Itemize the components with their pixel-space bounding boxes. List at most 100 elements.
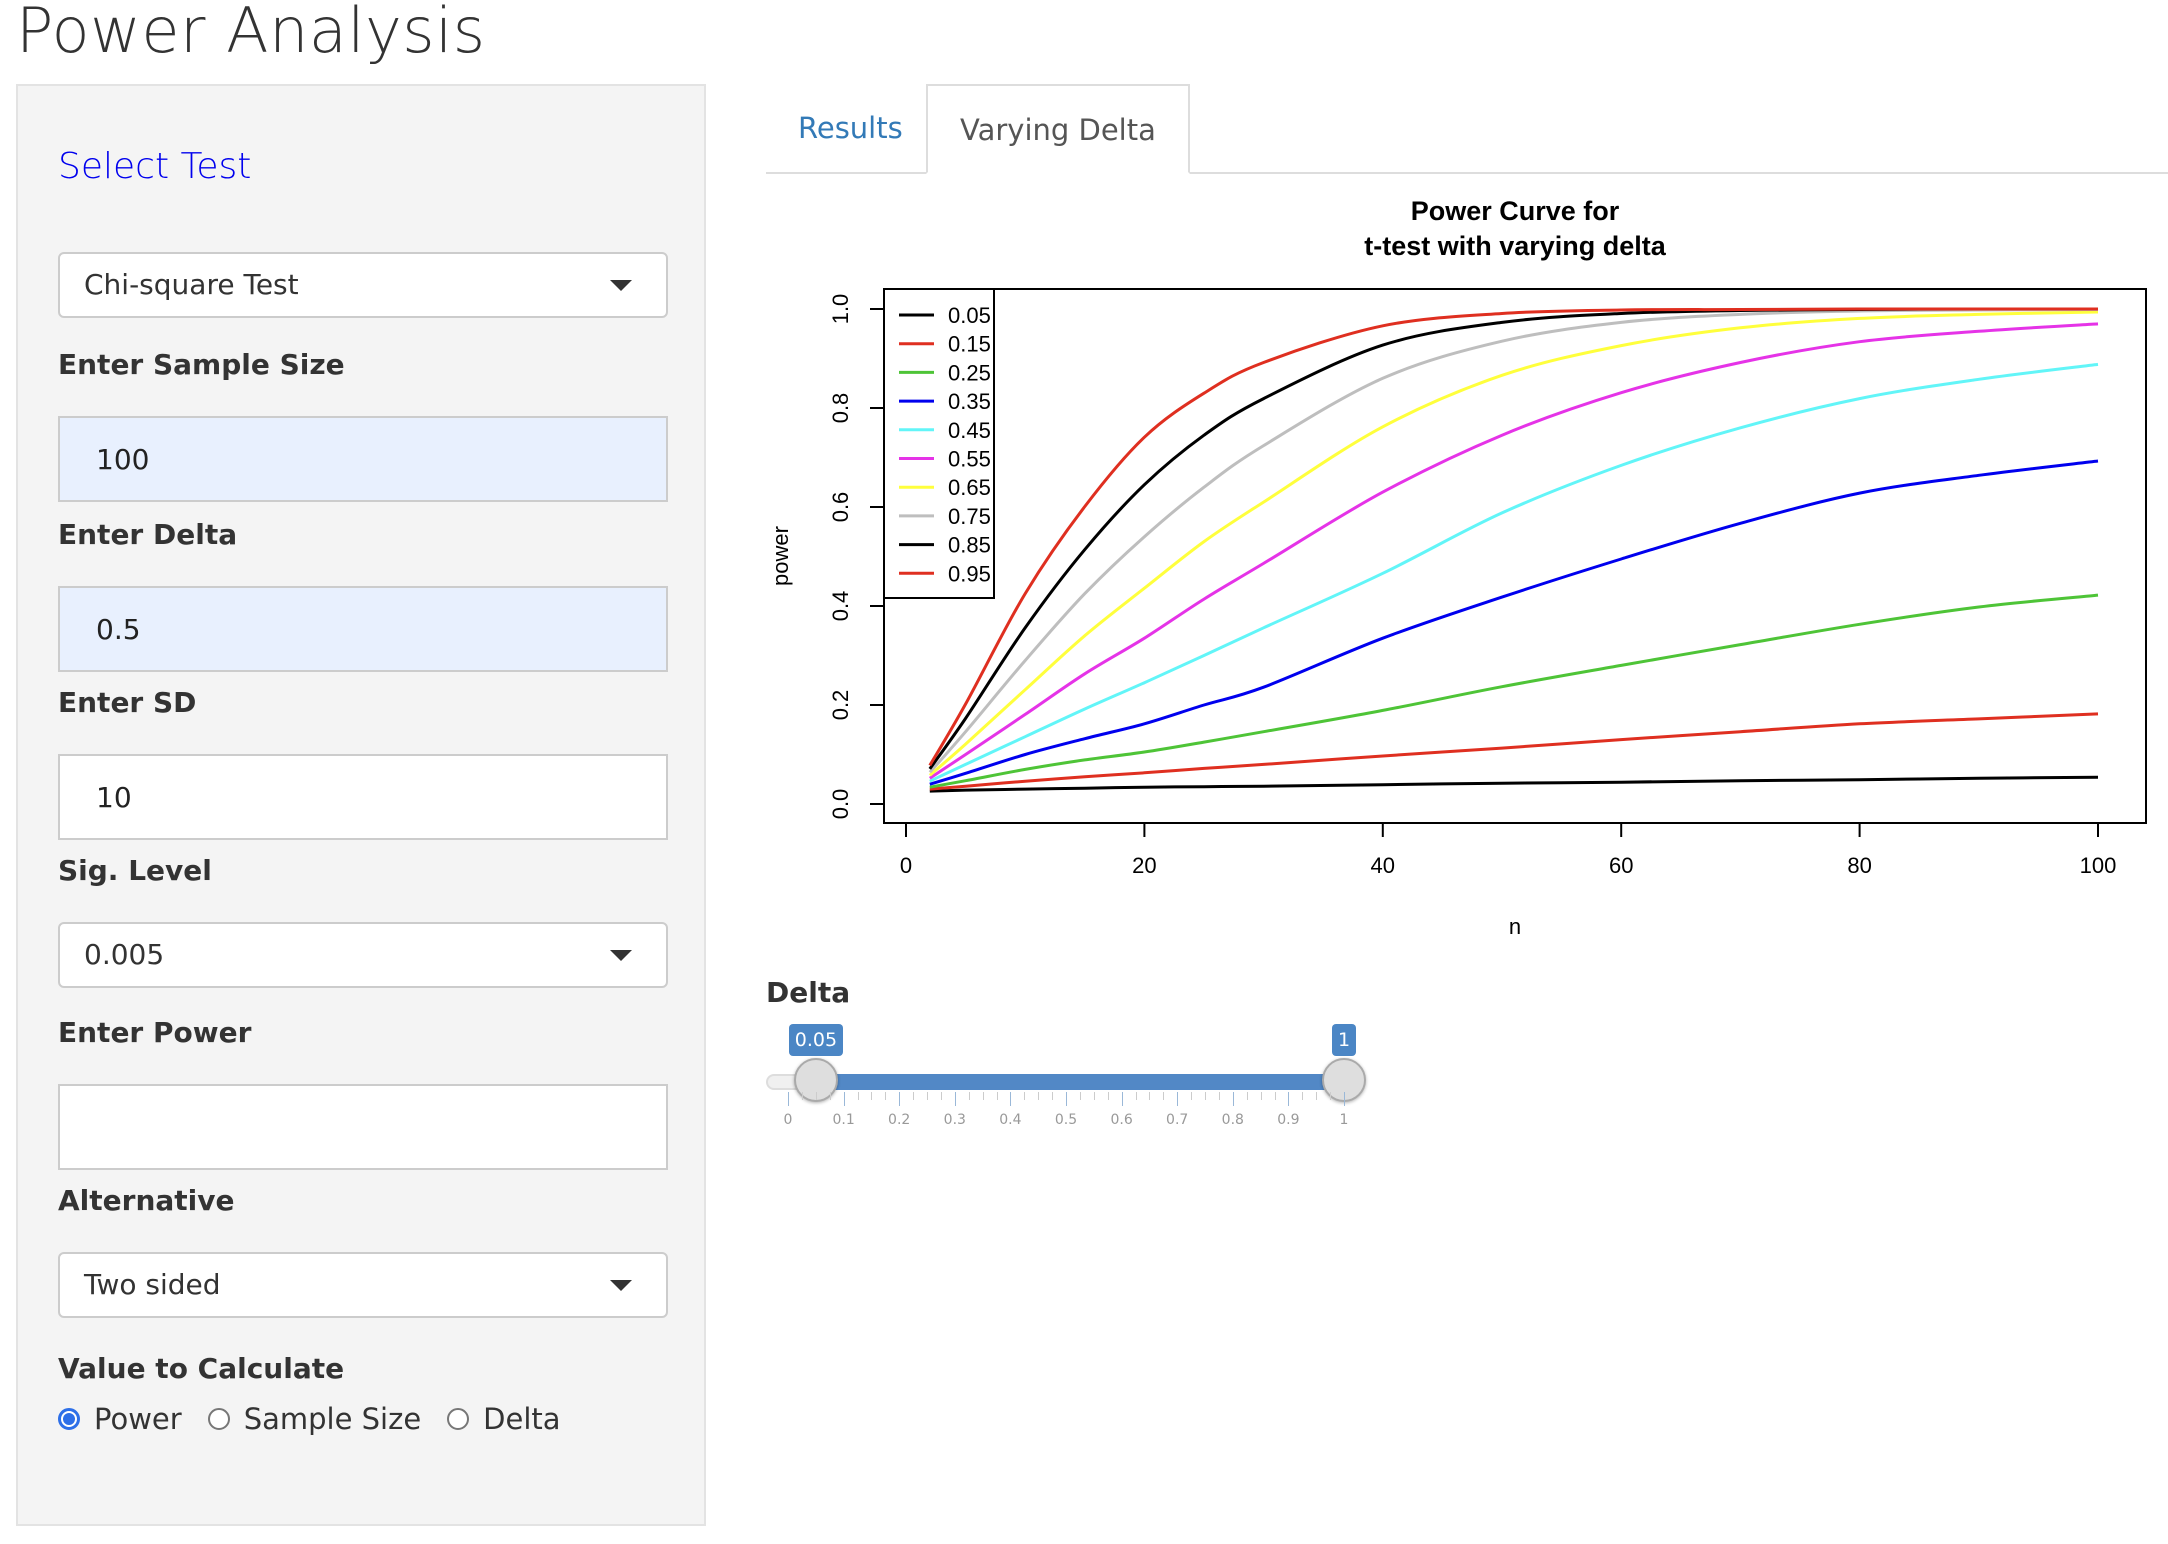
sample-size-input[interactable] xyxy=(58,416,668,502)
radio-power[interactable]: Power xyxy=(58,1402,182,1436)
slider-minor-tick xyxy=(996,1092,998,1100)
power-input[interactable] xyxy=(58,1084,668,1170)
slider-major-tick xyxy=(1177,1092,1179,1106)
chart-title-line: t-test with varying delta xyxy=(1364,231,1667,261)
test-select[interactable]: Chi-square Test xyxy=(58,252,668,318)
select-test-heading: Select Test xyxy=(58,146,252,187)
slider-minor-tick xyxy=(940,1092,942,1100)
sidebar-panel: Select Test Chi-square Test Enter Sample… xyxy=(16,84,706,1526)
legend-label: 0.45 xyxy=(948,418,991,443)
test-select-value: Chi-square Test xyxy=(84,268,299,301)
slider-selected-range xyxy=(815,1074,1344,1090)
slider-minor-tick xyxy=(801,1092,803,1100)
x-tick-label: 80 xyxy=(1847,853,1871,878)
slider-minor-tick xyxy=(1260,1092,1262,1100)
slider-tick-label: 0.3 xyxy=(943,1112,966,1128)
slider-minor-tick xyxy=(815,1092,817,1100)
legend-label: 0.65 xyxy=(948,475,991,500)
radio-unchecked-icon[interactable] xyxy=(447,1408,470,1430)
slider-major-tick xyxy=(843,1092,845,1106)
slider-minor-tick xyxy=(1149,1092,1151,1100)
slider-minor-tick xyxy=(913,1092,915,1100)
series-line-delta-0.95 xyxy=(928,307,2098,767)
legend-label: 0.35 xyxy=(948,389,991,414)
slider-minor-tick xyxy=(1218,1092,1220,1100)
tab-varying-delta[interactable]: Varying Delta xyxy=(926,84,1190,174)
y-tick-label: 0.2 xyxy=(828,690,853,721)
legend-label: 0.75 xyxy=(948,504,991,529)
delta-input[interactable] xyxy=(58,586,668,672)
delta-slider-label: Delta xyxy=(766,976,851,1009)
slider-minor-tick xyxy=(1052,1092,1054,1100)
slider-minor-tick xyxy=(1330,1092,1332,1100)
slider-major-tick xyxy=(954,1092,956,1106)
value-to-calculate-label: Value to Calculate xyxy=(58,1352,345,1385)
radio-unchecked-icon[interactable] xyxy=(207,1408,230,1430)
slider-minor-tick xyxy=(982,1092,984,1100)
slider-major-tick xyxy=(1121,1092,1123,1106)
sig-level-select[interactable]: 0.005 xyxy=(58,922,668,988)
delta-label: Enter Delta xyxy=(58,518,238,551)
x-tick-label: 100 xyxy=(2080,853,2117,878)
series-line-delta-0.35 xyxy=(929,459,2099,786)
slider-low-value-badge: 0.05 xyxy=(788,1024,844,1056)
slider-minor-tick xyxy=(1302,1092,1304,1100)
slider-major-tick xyxy=(1288,1092,1290,1106)
x-tick-label: 0 xyxy=(900,853,912,878)
radio-delta-label: Delta xyxy=(483,1402,561,1436)
y-tick-label: 1.0 xyxy=(828,294,853,325)
legend-label: 0.55 xyxy=(948,447,991,472)
alternative-select[interactable]: Two sided xyxy=(58,1252,668,1318)
slider-minor-tick xyxy=(1274,1092,1276,1100)
value-to-calculate-radio-group: Power Sample Size Delta xyxy=(58,1402,587,1436)
slider-high-value-badge: 1 xyxy=(1332,1024,1357,1056)
slider-minor-tick xyxy=(1093,1092,1095,1100)
sd-label: Enter SD xyxy=(58,686,197,719)
tab-results[interactable]: Results xyxy=(766,84,935,172)
series-line-delta-0.75 xyxy=(928,308,2099,774)
slider-tick-label: 0.7 xyxy=(1166,1112,1189,1128)
sd-input[interactable] xyxy=(58,754,668,840)
slider-major-tick xyxy=(899,1092,901,1106)
y-axis-label: power xyxy=(768,526,793,586)
slider-minor-tick xyxy=(1316,1092,1318,1100)
slider-major-tick xyxy=(1344,1092,1345,1106)
radio-sample-size[interactable]: Sample Size xyxy=(207,1402,421,1436)
radio-power-label: Power xyxy=(94,1402,182,1436)
series-line-delta-0.25 xyxy=(929,593,2099,789)
slider-minor-tick xyxy=(829,1092,831,1100)
x-tick-label: 60 xyxy=(1609,853,1633,878)
slider-tick-label: 0 xyxy=(783,1112,793,1128)
series-line-delta-0.55 xyxy=(928,322,2099,780)
power-curve-chart: Power Curve for t-test with varying delta… xyxy=(766,186,2168,946)
y-tick-label: 0.6 xyxy=(828,492,853,523)
slider-tick-label: 0.6 xyxy=(1110,1112,1133,1128)
x-axis-label: n xyxy=(1509,914,1521,939)
slider-minor-tick xyxy=(968,1092,970,1100)
legend-label: 0.85 xyxy=(948,533,991,558)
slider-minor-tick xyxy=(1107,1092,1109,1100)
slider-major-tick xyxy=(1010,1092,1012,1106)
power-label: Enter Power xyxy=(58,1016,252,1049)
sig-level-label: Sig. Level xyxy=(58,854,212,887)
chart-svg: Power Curve for t-test with varying delta… xyxy=(768,196,2147,939)
sample-size-label: Enter Sample Size xyxy=(58,348,345,381)
slider-minor-tick xyxy=(1191,1092,1193,1100)
delta-range-slider[interactable]: 0.05 1 0 0.1 0.2 0.3 0.4 0.5 0.6 0.7 0.8 0.9 1 xyxy=(766,1020,1366,1140)
chevron-down-icon xyxy=(610,1280,632,1291)
chevron-down-icon xyxy=(610,950,632,961)
slider-tick-label: 0.1 xyxy=(832,1112,855,1128)
radio-checked-icon[interactable] xyxy=(58,1408,80,1430)
slider-tick-label: 1 xyxy=(1339,1112,1349,1128)
legend-label: 0.95 xyxy=(948,561,991,586)
y-tick-label: 0.8 xyxy=(828,393,853,424)
radio-delta[interactable]: Delta xyxy=(447,1402,561,1436)
slider-minor-tick xyxy=(1246,1092,1248,1100)
chart-title-line: Power Curve for xyxy=(1411,196,1620,226)
slider-minor-tick xyxy=(885,1092,887,1100)
slider-minor-tick xyxy=(1038,1092,1040,1100)
x-tick-label: 20 xyxy=(1132,853,1156,878)
slider-major-tick xyxy=(1232,1092,1234,1106)
slider-minor-tick xyxy=(871,1092,873,1100)
slider-major-tick xyxy=(788,1092,789,1106)
